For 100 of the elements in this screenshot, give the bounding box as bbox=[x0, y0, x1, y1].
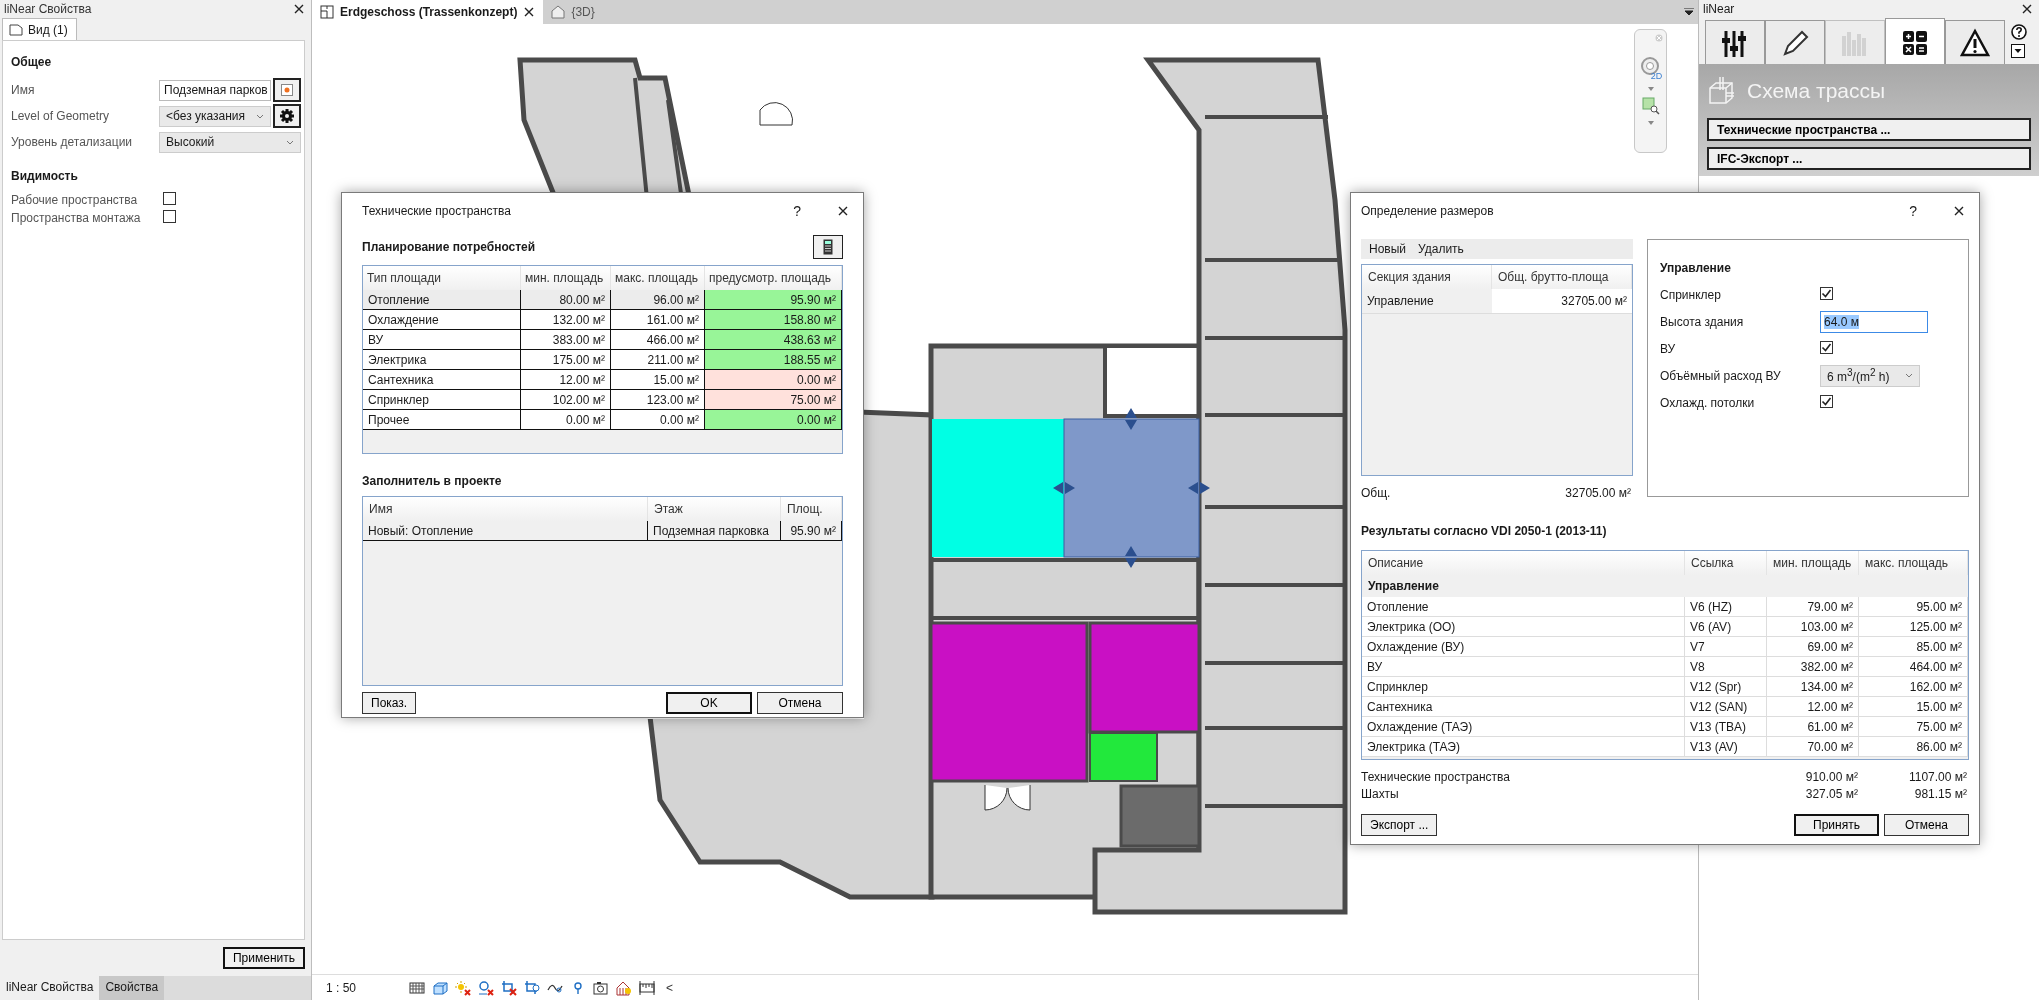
tab[interactable]: liNear Свойства bbox=[0, 976, 100, 1000]
tab[interactable]: Свойства bbox=[99, 976, 165, 1000]
table-row[interactable]: Прочее 0.00 м² 0.00 м² 0.00 м² bbox=[363, 410, 842, 430]
column-header[interactable]: Этаж bbox=[648, 497, 781, 521]
section-heading: Видимость bbox=[11, 169, 79, 183]
input-field[interactable]: 64.0 м bbox=[1820, 310, 1928, 333]
close-icon[interactable] bbox=[523, 6, 536, 18]
tab[interactable]: Вид (1) bbox=[2, 18, 77, 40]
table-cell: 0.00 м² bbox=[611, 410, 705, 430]
caret-icon[interactable] bbox=[1647, 87, 1654, 91]
column-header[interactable]: Тип площади bbox=[363, 266, 521, 290]
column-header[interactable]: Секция здания bbox=[1362, 265, 1492, 289]
column-header[interactable]: Имя bbox=[363, 497, 648, 521]
column-header[interactable]: Ссылка bbox=[1685, 551, 1767, 575]
help-icon[interactable] bbox=[2011, 24, 2027, 40]
table-cell: ВУ bbox=[363, 330, 521, 350]
text-field[interactable]: Подземная парков bbox=[159, 79, 271, 101]
command-button[interactable]: Технические пространства ... bbox=[1707, 118, 2031, 141]
table-cell: 0.00 м² bbox=[705, 370, 842, 390]
total-label: Шахты bbox=[1361, 786, 1400, 801]
cancel-button[interactable]: Отмена bbox=[757, 692, 843, 714]
section-heading: Планирование потребностей bbox=[362, 240, 536, 254]
total-value: 1107.00 м² bbox=[1907, 769, 1967, 784]
checkbox[interactable] bbox=[1820, 286, 1833, 300]
checkbox[interactable] bbox=[163, 192, 176, 205]
menu-item[interactable]: Новый bbox=[1369, 242, 1407, 256]
tab[interactable] bbox=[1705, 20, 1765, 64]
tab[interactable] bbox=[1885, 18, 1945, 64]
table-cell: Спринклер bbox=[363, 390, 521, 410]
dropdown[interactable]: Высокий bbox=[159, 131, 301, 153]
show-button[interactable]: Показ. bbox=[362, 692, 417, 714]
checkbox[interactable] bbox=[1820, 394, 1833, 408]
help-button[interactable]: ? bbox=[793, 203, 801, 219]
column-header[interactable]: Описание bbox=[1362, 551, 1685, 575]
table-row[interactable]: Электрика 175.00 м² 211.00 м² 188.55 м² bbox=[363, 350, 842, 370]
column-header[interactable]: мин. площадь bbox=[1767, 551, 1859, 575]
section-title: Схема трассы bbox=[1747, 79, 1886, 103]
checker-icon[interactable] bbox=[409, 979, 425, 996]
view-tab[interactable]: {3D} bbox=[543, 0, 603, 24]
column-header[interactable]: предусмотр. площадь bbox=[705, 266, 842, 290]
calculator-icon bbox=[823, 239, 833, 255]
table-row[interactable]: Отопление 80.00 м² 96.00 м² 95.90 м² bbox=[363, 290, 842, 310]
column-header[interactable]: Площ. bbox=[781, 497, 842, 521]
column-header[interactable]: мин. площадь bbox=[521, 266, 611, 290]
camera-icon[interactable] bbox=[593, 979, 609, 996]
column-header[interactable]: Общ. брутто-площа bbox=[1492, 265, 1632, 289]
accept-button[interactable]: Принять bbox=[1794, 814, 1879, 836]
sun-icon[interactable] bbox=[455, 979, 471, 996]
settings-icon bbox=[279, 108, 295, 124]
table-cell: 75.00 м² bbox=[705, 390, 842, 410]
checkbox[interactable] bbox=[163, 210, 176, 223]
dropdown-icon[interactable] bbox=[2011, 44, 2025, 58]
crop-icon[interactable] bbox=[501, 979, 517, 996]
column-header[interactable]: макс. площадь bbox=[1859, 551, 1968, 575]
cancel-button[interactable]: Отмена bbox=[1884, 814, 1969, 836]
close-icon[interactable] bbox=[1953, 205, 1965, 217]
table-cell: 0.00 м² bbox=[521, 410, 611, 430]
calculator-button[interactable] bbox=[813, 235, 843, 259]
table-row[interactable]: Охлаждение 132.00 м² 161.00 м² 158.80 м² bbox=[363, 310, 842, 330]
menu-icon[interactable] bbox=[1684, 8, 1694, 16]
table-cell: 0.00 м² bbox=[705, 410, 842, 430]
table-cell: 125.00 м² bbox=[1859, 617, 1968, 637]
collapse-button[interactable]: < bbox=[666, 980, 673, 995]
lens-icon[interactable] bbox=[478, 979, 494, 996]
checkbox[interactable] bbox=[1820, 340, 1833, 354]
dropdown[interactable]: 6 m$^{3}$/(m$^{2}$ h) bbox=[1820, 364, 1920, 387]
total-value: 327.05 м² bbox=[1804, 786, 1858, 801]
tab[interactable] bbox=[1945, 20, 2005, 64]
command-button[interactable]: IFC-Экспорт ... bbox=[1707, 147, 2031, 170]
scale-label[interactable]: 1 : 50 bbox=[326, 980, 402, 995]
table-cell: Отопление bbox=[1362, 597, 1685, 617]
table-row[interactable]: Сантехника 12.00 м² 15.00 м² 0.00 м² bbox=[363, 370, 842, 390]
crop-icon[interactable] bbox=[524, 979, 540, 996]
total-value: 910.00 м² bbox=[1804, 769, 1858, 784]
view-tab[interactable]: Erdgeschoss (Trassenkonzept) bbox=[312, 0, 544, 24]
target-icon bbox=[280, 83, 294, 97]
zoom-icon[interactable] bbox=[1641, 97, 1660, 115]
apply-button[interactable]: Применить bbox=[223, 947, 305, 969]
column-header[interactable]: макс. площадь bbox=[611, 266, 705, 290]
settings-button[interactable] bbox=[273, 104, 301, 128]
house-icon[interactable] bbox=[616, 979, 632, 996]
close-icon[interactable] bbox=[837, 205, 849, 217]
help-button[interactable]: ? bbox=[1909, 203, 1917, 219]
table-row[interactable]: Спринклер 102.00 м² 123.00 м² 75.00 м² bbox=[363, 390, 842, 410]
dropdown[interactable]: <без указания bbox=[159, 105, 271, 127]
tab[interactable] bbox=[1765, 20, 1825, 64]
table-cell: V13 (AV) bbox=[1685, 737, 1767, 757]
ruler-icon[interactable] bbox=[639, 979, 655, 996]
pick-button[interactable] bbox=[273, 78, 301, 102]
menu-item[interactable]: Удалить bbox=[1418, 242, 1464, 256]
table-cell: ВУ bbox=[1362, 657, 1685, 677]
ok-button[interactable]: OK bbox=[666, 692, 752, 714]
cube-icon[interactable] bbox=[432, 979, 448, 996]
close-icon[interactable] bbox=[2021, 3, 2033, 15]
export-button[interactable]: Экспорт ... bbox=[1361, 814, 1438, 836]
caret-icon[interactable] bbox=[1647, 121, 1654, 125]
table-row[interactable]: ВУ 383.00 м² 466.00 м² 438.63 м² bbox=[363, 330, 842, 350]
dialog-title: Определение размеров bbox=[1361, 204, 1495, 218]
close-icon[interactable] bbox=[293, 3, 305, 15]
table-cell: Прочее bbox=[363, 410, 521, 430]
